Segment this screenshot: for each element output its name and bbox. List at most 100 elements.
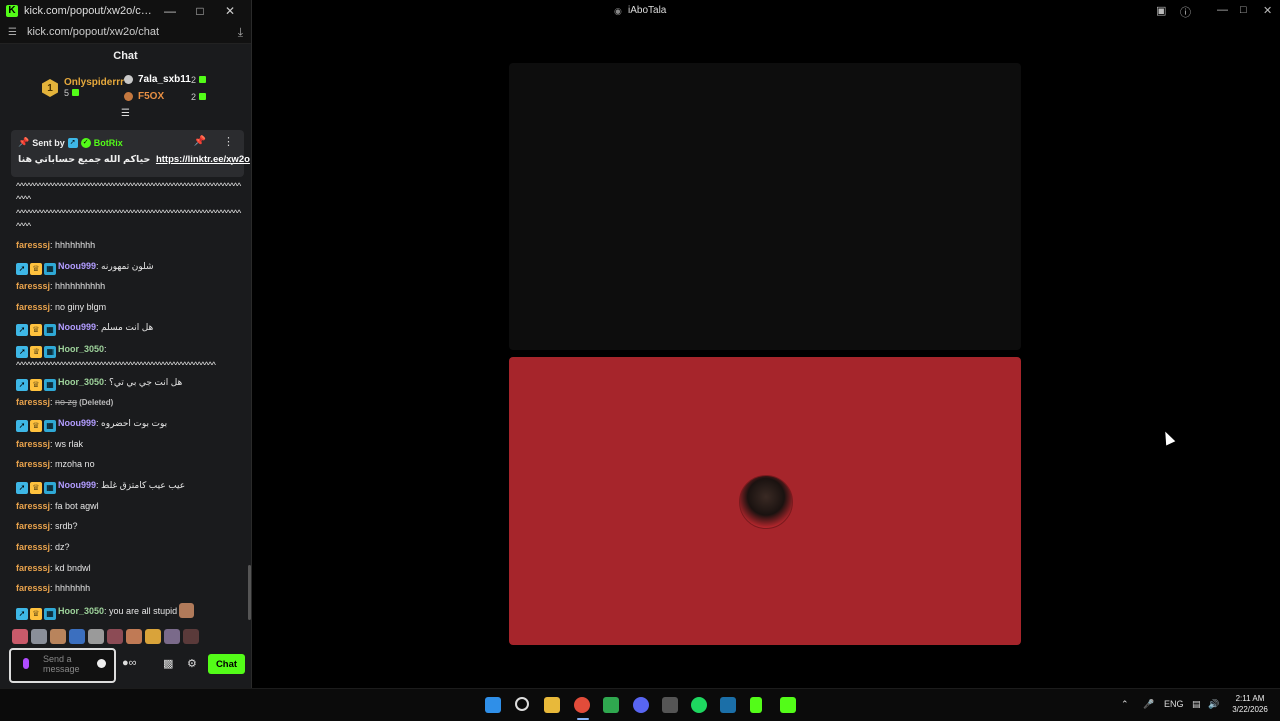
video-tile-empty[interactable] [509, 63, 1021, 350]
app-icon[interactable] [780, 697, 796, 713]
close-icon[interactable]: ✕ [1263, 4, 1272, 17]
chrome-icon[interactable] [574, 697, 590, 713]
chat-scrollbar[interactable] [248, 565, 251, 620]
pinned-author[interactable]: BotRix [94, 138, 123, 148]
message-username[interactable]: faresssj [16, 302, 50, 312]
message-text: dz? [55, 542, 70, 552]
pinned-content: حياكم الله جميع حساباتي هنا https://link… [18, 154, 250, 165]
message-text: شلون تمهورنه [101, 261, 154, 271]
message-username[interactable]: faresssj [16, 501, 50, 511]
chat-message: faresssj: no giny blgm [16, 302, 107, 312]
gold-medal-icon: 1 [42, 79, 58, 97]
chat-message: faresssj: dz? [16, 542, 70, 552]
crown-badge-icon: ♕ [30, 481, 42, 494]
message-username[interactable]: Noou999 [58, 480, 96, 490]
emote-icon[interactable] [88, 629, 104, 644]
leaderboard-first[interactable]: 1 Onlyspiderrr 5 [42, 77, 124, 99]
help-icon[interactable]: ⓘ [1180, 4, 1191, 20]
message-username[interactable]: faresssj [16, 397, 50, 407]
maximize-icon[interactable]: □ [1240, 4, 1247, 16]
chat-message: faresssj: kd bndwl [16, 563, 91, 573]
emote-icon[interactable] [12, 629, 28, 644]
screen-share-icon[interactable]: ▣ [1156, 4, 1166, 17]
crown-badge-icon: ♕ [30, 323, 42, 336]
chevron-down-icon[interactable]: ⌄ [228, 157, 236, 168]
search-icon[interactable] [515, 697, 529, 711]
address-url[interactable]: kick.com/popout/xw2o/chat [27, 26, 238, 38]
microphone-icon[interactable] [23, 658, 29, 669]
message-username[interactable]: faresssj [16, 281, 50, 291]
message-username[interactable]: faresssj [16, 542, 50, 552]
points-icon[interactable]: ●∞ [122, 657, 137, 669]
message-username[interactable]: faresssj [16, 240, 50, 250]
store-icon[interactable]: ▩ [163, 657, 173, 670]
gift-icon [71, 89, 79, 96]
subscriber-badge-icon: ▦ [44, 346, 56, 358]
message-text: بوت بوت احضروه [101, 418, 168, 428]
language-indicator[interactable]: ENG [1164, 699, 1184, 709]
more-options-icon[interactable]: ⋮ [223, 135, 234, 148]
emoji-icon[interactable] [97, 659, 106, 668]
steam-icon[interactable] [720, 697, 736, 713]
collapse-leaderboard-icon[interactable]: ☰ [0, 108, 251, 120]
message-username[interactable]: faresssj [16, 439, 50, 449]
site-settings-icon[interactable]: ☰ [8, 27, 17, 38]
send-chat-button[interactable]: Chat [208, 654, 245, 674]
message-username[interactable]: Hoor_3050 [58, 377, 104, 387]
message-composer [9, 648, 116, 683]
message-text: no giny blgm [55, 302, 107, 312]
emote-icon[interactable] [145, 629, 161, 644]
message-username[interactable]: Hoor_3050 [58, 606, 104, 616]
chat-message: ^^^^^^^^^^^^^^^^^^^^^^^^^^^^^^^^^^^^^^^^… [16, 207, 241, 233]
volume-icon[interactable]: 🔊 [1208, 699, 1219, 710]
message-username[interactable]: Noou999 [58, 261, 96, 271]
message-text: ^^^^^^^^^^^^^^^^^^^^^^^^^^^^^^^^^^^^^^^^… [16, 360, 216, 370]
file-explorer-icon[interactable] [544, 697, 560, 713]
subscriber-badge-icon: ▦ [44, 262, 56, 275]
gift-icon [199, 76, 207, 83]
leaderboard-third-name: F5OX [138, 91, 165, 102]
minimize-icon[interactable]: — [1217, 4, 1228, 16]
message-username[interactable]: faresssj [16, 583, 50, 593]
network-icon[interactable]: ▤ [1192, 699, 1201, 710]
emote-icon[interactable] [183, 629, 199, 644]
message-username[interactable]: Noou999 [58, 322, 96, 332]
microphone-icon[interactable]: 🎤 [1143, 699, 1154, 710]
emote-icon[interactable] [69, 629, 85, 644]
chat-message: faresssj: no zg (Deleted) [16, 397, 114, 407]
message-input[interactable] [43, 654, 89, 676]
gear-icon[interactable]: ⚙ [187, 657, 197, 670]
leaderboard-second[interactable]: 7ala_sxb11 2 [124, 74, 207, 85]
message-text: ws rlak [55, 439, 84, 449]
verified-badge-icon: ✓ [80, 137, 91, 148]
deleted-label: (Deleted) [79, 398, 114, 407]
address-bar[interactable]: ☰ kick.com/popout/xw2o/chat ⤓ [0, 21, 251, 44]
message-username[interactable]: faresssj [16, 563, 50, 573]
download-icon[interactable]: ⤓ [238, 25, 243, 40]
message-text: hhhhhhhh [55, 240, 96, 250]
system-clock[interactable]: 2:11 AM 3/22/2026 [1228, 693, 1272, 715]
chat-message: ➚ ♕ ▦ Noou999: شلون تمهورنه [16, 260, 241, 275]
leaderboard-third[interactable]: F5OX 2 [124, 91, 207, 102]
unpin-icon[interactable]: 📌 [194, 136, 206, 147]
emote-icon[interactable] [126, 629, 142, 644]
message-username[interactable]: faresssj [16, 459, 50, 469]
chat-message: ➚ ♕ ▦ Hoor_3050: هل انت جي بي تي؟ [16, 376, 241, 391]
emote-icon[interactable] [164, 629, 180, 644]
xbox-icon[interactable] [603, 697, 619, 713]
stream-title: iAboTala [628, 5, 667, 16]
app-icon[interactable] [662, 697, 678, 713]
message-username[interactable]: faresssj [16, 521, 50, 531]
chat-message: ➚ ♕ ▦ Noou999: بوت بوت احضروه [16, 417, 241, 432]
emote-icon[interactable] [31, 629, 47, 644]
start-icon[interactable] [485, 697, 501, 713]
discord-icon[interactable] [633, 697, 649, 713]
chevron-up-icon[interactable]: ⌃ [1121, 699, 1129, 710]
emote-icon[interactable] [50, 629, 66, 644]
emote-icon[interactable] [107, 629, 123, 644]
avatar [739, 475, 793, 529]
kick-icon[interactable] [750, 697, 762, 713]
message-username[interactable]: Noou999 [58, 418, 96, 428]
spotify-icon[interactable] [691, 697, 707, 713]
message-username[interactable]: Hoor_3050 [58, 344, 104, 354]
